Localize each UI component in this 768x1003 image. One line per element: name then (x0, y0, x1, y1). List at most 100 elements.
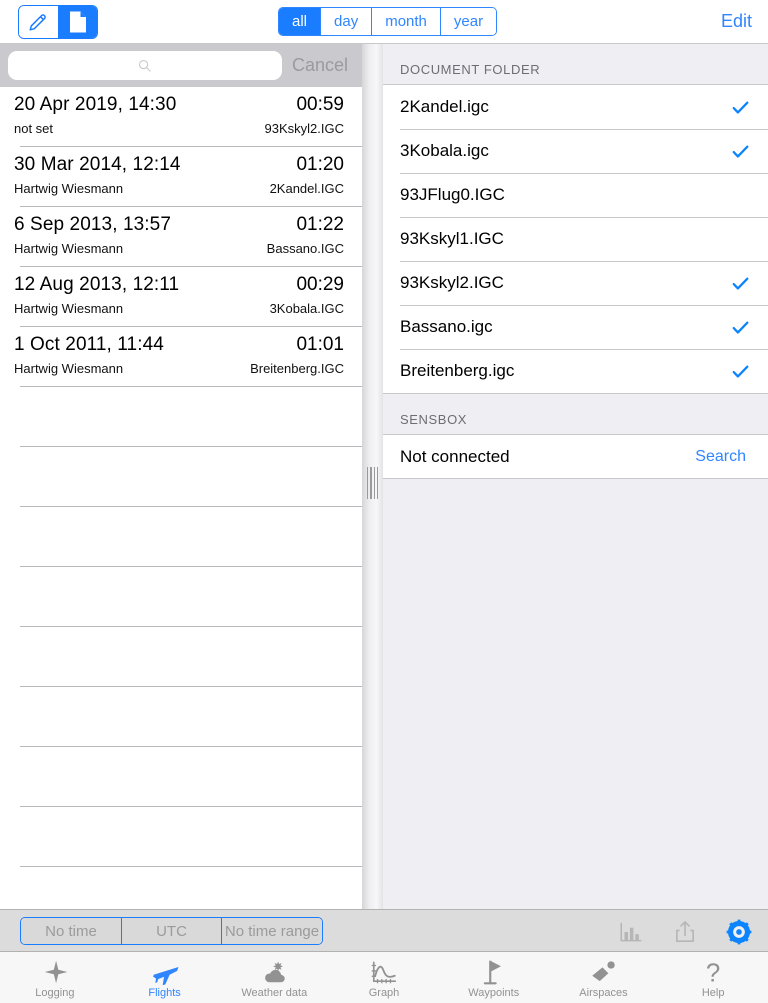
flight-date: 30 Mar 2014, 12:14 (14, 154, 181, 175)
document-row[interactable]: 93Kskyl2.IGC (383, 261, 768, 305)
period-segment-all[interactable]: all (279, 8, 321, 35)
app-root: all day month year Edit Cancel 20 Apr 20… (0, 0, 768, 1003)
tab-label: Help (701, 987, 725, 999)
flight-row-empty (0, 687, 362, 747)
period-segment-day[interactable]: day (320, 8, 372, 35)
share-icon[interactable] (672, 919, 698, 945)
search-input[interactable] (8, 51, 282, 80)
flight-pilot: Hartwig Wiesmann (14, 361, 124, 376)
document-row[interactable]: 3Kobala.igc (383, 129, 768, 173)
document-row[interactable]: Breitenberg.igc (383, 349, 768, 393)
document-folder-list: 2Kandel.igc 3Kobala.igc 93JFlug0.IGC 93Ksky… (383, 84, 768, 394)
tab-graph[interactable]: Graph (329, 952, 439, 1003)
document-row[interactable]: Bassano.igc (383, 305, 768, 349)
document-name: 93Kskyl1.IGC (400, 229, 504, 248)
tab-bar: Logging Flights Weather data Graph Waypoints… (0, 952, 768, 1003)
document-folder-header: DOCUMENT FOLDER (383, 44, 768, 84)
tab-logging[interactable]: Logging (0, 952, 110, 1003)
svg-text:?: ? (706, 960, 720, 985)
document-name: 93JFlug0.IGC (400, 185, 505, 204)
flight-file: 93Kskyl2.IGC (264, 121, 344, 136)
flight-row[interactable]: 12 Aug 2013, 12:11 00:29 Hartwig Wiesmann 3… (0, 267, 362, 327)
tab-label: Waypoints (468, 987, 520, 999)
star-burst-icon (44, 960, 68, 984)
checkmark-icon (732, 321, 749, 334)
flight-date: 1 Oct 2011, 11:44 (14, 334, 164, 355)
document-name: Bassano.igc (400, 317, 493, 336)
flight-pilot: not set (14, 121, 54, 136)
document-row[interactable]: 93JFlug0.IGC (383, 173, 768, 217)
flight-list: 20 Apr 2019, 14:30 00:59 not set 93Kskyl2.I… (0, 87, 362, 867)
flight-row[interactable]: 1 Oct 2011, 11:44 01:01 Hartwig Wiesmann Br… (0, 327, 362, 387)
search-bar: Cancel (0, 44, 362, 87)
sun-cloud-icon (265, 961, 286, 983)
flight-duration: 01:20 (296, 154, 344, 175)
flight-duration: 00:29 (296, 274, 344, 295)
segment-document[interactable] (57, 6, 97, 38)
document-name: 3Kobala.igc (400, 141, 489, 160)
search-cancel-button[interactable]: Cancel (282, 55, 354, 76)
flight-pilot: Hartwig Wiesmann (14, 301, 124, 316)
flight-row-empty (0, 627, 362, 687)
pencil-icon (29, 14, 47, 31)
bottom-toolbar: No time UTC No time range (0, 909, 768, 952)
search-field[interactable] (8, 51, 282, 80)
airplane-icon (152, 967, 179, 985)
flight-row-empty (0, 567, 362, 627)
checkmark-icon (732, 101, 749, 114)
flight-pilot: Hartwig Wiesmann (14, 241, 124, 256)
document-row[interactable]: 93Kskyl1.IGC (383, 217, 768, 261)
bar-chart-icon[interactable] (618, 919, 644, 945)
period-segment-year[interactable]: year (439, 8, 497, 35)
tab-label: Weather data (241, 987, 308, 999)
time-segmented-control[interactable]: No time UTC No time range (20, 917, 323, 945)
tab-label: Airspaces (579, 987, 628, 999)
tab-flights[interactable]: Flights (110, 952, 220, 1003)
time-segment-no-time[interactable]: No time (21, 918, 121, 944)
settings-gear-icon[interactable] (726, 919, 752, 945)
flight-file: Breitenberg.IGC (250, 361, 344, 376)
period-segment-month[interactable]: month (371, 8, 440, 35)
document-name: 93Kskyl2.IGC (400, 273, 504, 292)
sensbox-search-button[interactable]: Search (695, 448, 746, 466)
checkmark-icon (732, 145, 749, 158)
sensbox-section: Not connected Search (383, 434, 768, 479)
flight-pilot: Hartwig Wiesmann (14, 181, 124, 196)
document-name: Breitenberg.igc (400, 361, 515, 380)
flight-row[interactable]: 6 Sep 2013, 13:57 01:22 Hartwig Wiesmann Ba… (0, 207, 362, 267)
period-filter-segmented-control[interactable]: all day month year (278, 7, 498, 36)
flight-row-empty (0, 807, 362, 867)
time-segment-no-time-range[interactable]: No time range (221, 918, 322, 944)
mode-segmented-control[interactable] (18, 5, 98, 39)
edit-button[interactable]: Edit (721, 11, 752, 32)
flight-duration: 00:59 (296, 94, 344, 115)
line-graph-icon (371, 961, 397, 984)
flight-row-empty (0, 747, 362, 807)
document-row[interactable]: 2Kandel.igc (383, 85, 768, 129)
tab-waypoints[interactable]: Waypoints (439, 952, 549, 1003)
flight-file: 2Kandel.IGC (269, 181, 344, 196)
splitter-grip-icon[interactable] (367, 467, 378, 499)
checkmark-icon (732, 365, 749, 378)
time-segment-utc[interactable]: UTC (121, 918, 221, 944)
flight-row[interactable]: 30 Mar 2014, 12:14 01:20 Hartwig Wiesmann 2… (0, 147, 362, 207)
flight-file: 3Kobala.IGC (269, 301, 344, 316)
tab-airspaces[interactable]: Airspaces (549, 952, 659, 1003)
tab-help[interactable]: ? Help (658, 952, 768, 1003)
flight-duration: 01:22 (296, 214, 344, 235)
flight-row-empty (0, 507, 362, 567)
flight-date: 12 Aug 2013, 12:11 (14, 274, 180, 295)
document-icon (69, 11, 86, 33)
panel-splitter[interactable] (362, 44, 383, 909)
sensbox-header: SENSBOX (383, 394, 768, 434)
tab-label: Flights (148, 987, 181, 999)
tab-weather-data[interactable]: Weather data (219, 952, 329, 1003)
sensbox-row: Not connected Search (383, 435, 768, 478)
flights-panel: Cancel 20 Apr 2019, 14:30 00:59 not set 93K… (0, 44, 362, 909)
airspace-icon (592, 961, 616, 982)
flight-row[interactable]: 20 Apr 2019, 14:30 00:59 not set 93Kskyl2.I… (0, 87, 362, 147)
sensbox-status: Not connected (400, 446, 510, 466)
segment-pencil[interactable] (19, 6, 58, 38)
document-name: 2Kandel.igc (400, 97, 489, 116)
flight-file: Bassano.IGC (266, 241, 344, 256)
